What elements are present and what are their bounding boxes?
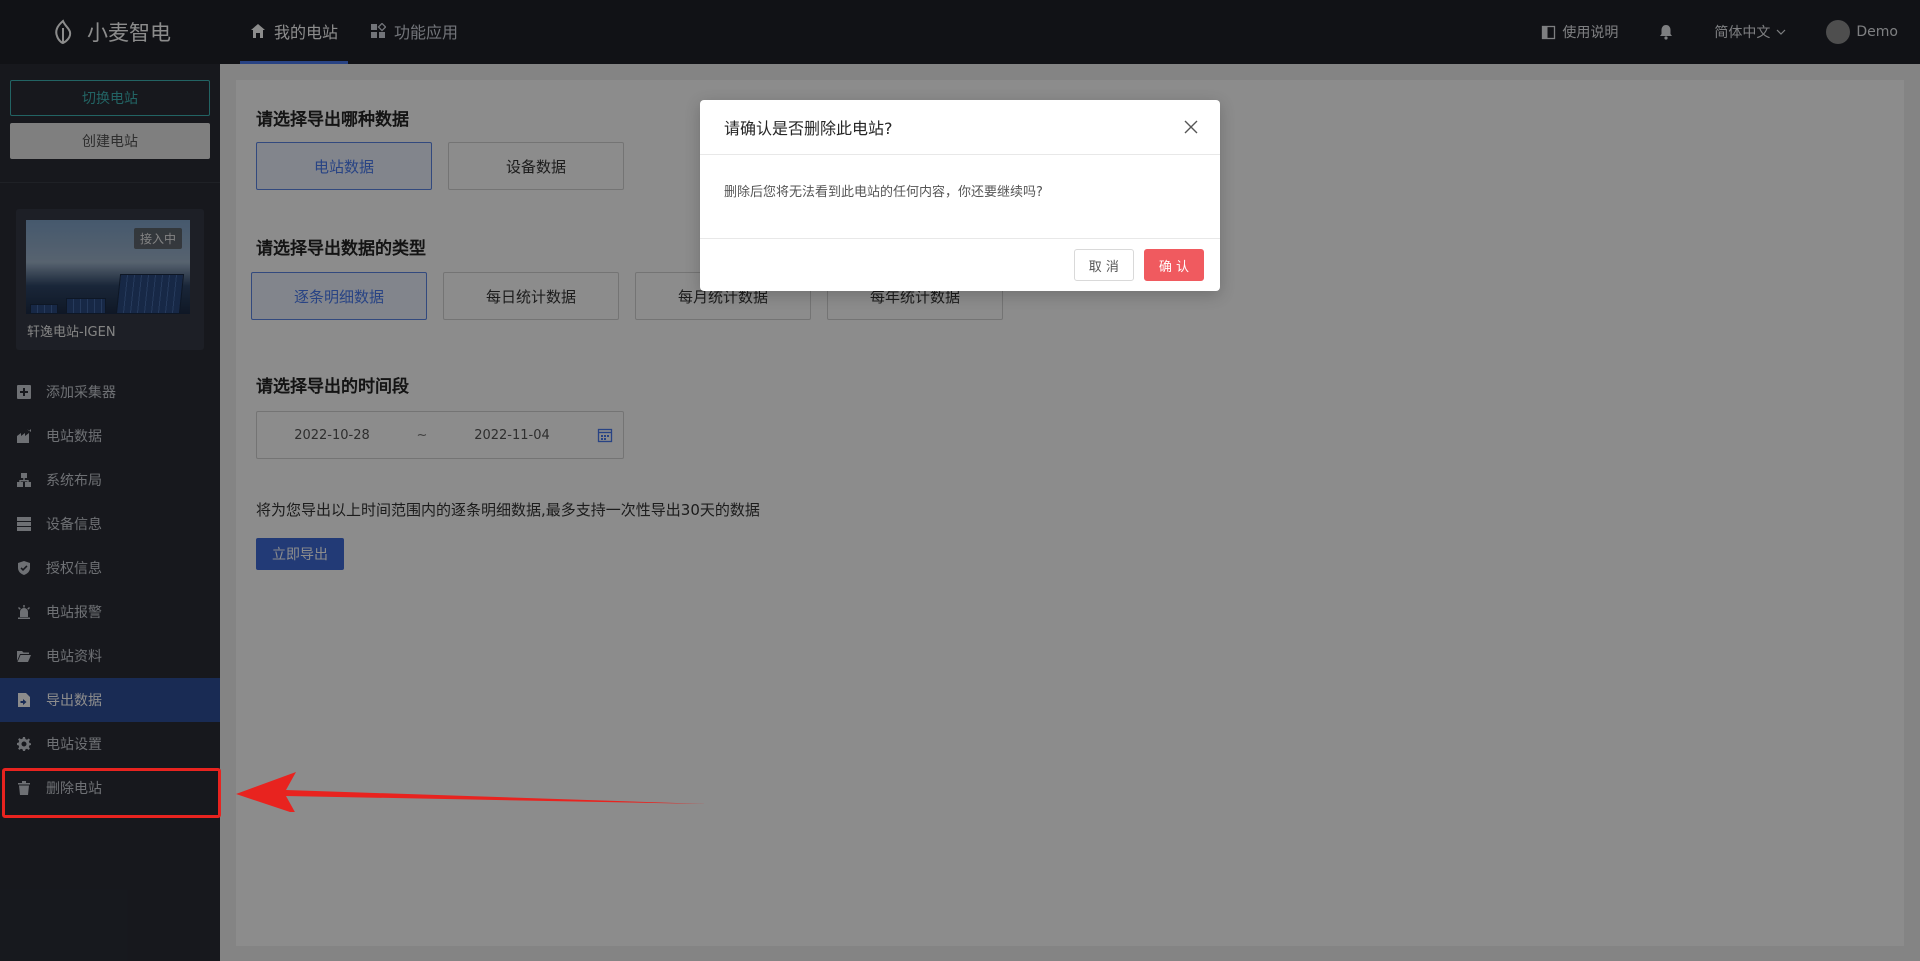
confirm-button[interactable]: 确 认 xyxy=(1143,249,1204,281)
cancel-button[interactable]: 取 消 xyxy=(1073,249,1134,281)
dialog-title: 请确认是否删除此电站? xyxy=(724,119,893,138)
close-icon[interactable] xyxy=(1182,118,1200,136)
confirm-delete-dialog: 请确认是否删除此电站? 删除后您将无法看到此电站的任何内容，你还要继续吗? 取 … xyxy=(700,100,1220,291)
dialog-footer: 取 消 确 认 xyxy=(700,238,1220,291)
annotation-highlight-box xyxy=(2,768,221,818)
dialog-header: 请确认是否删除此电站? xyxy=(700,100,1220,155)
dialog-body: 删除后您将无法看到此电站的任何内容，你还要继续吗? xyxy=(724,185,1043,200)
annotation-arrow-icon xyxy=(236,772,706,812)
